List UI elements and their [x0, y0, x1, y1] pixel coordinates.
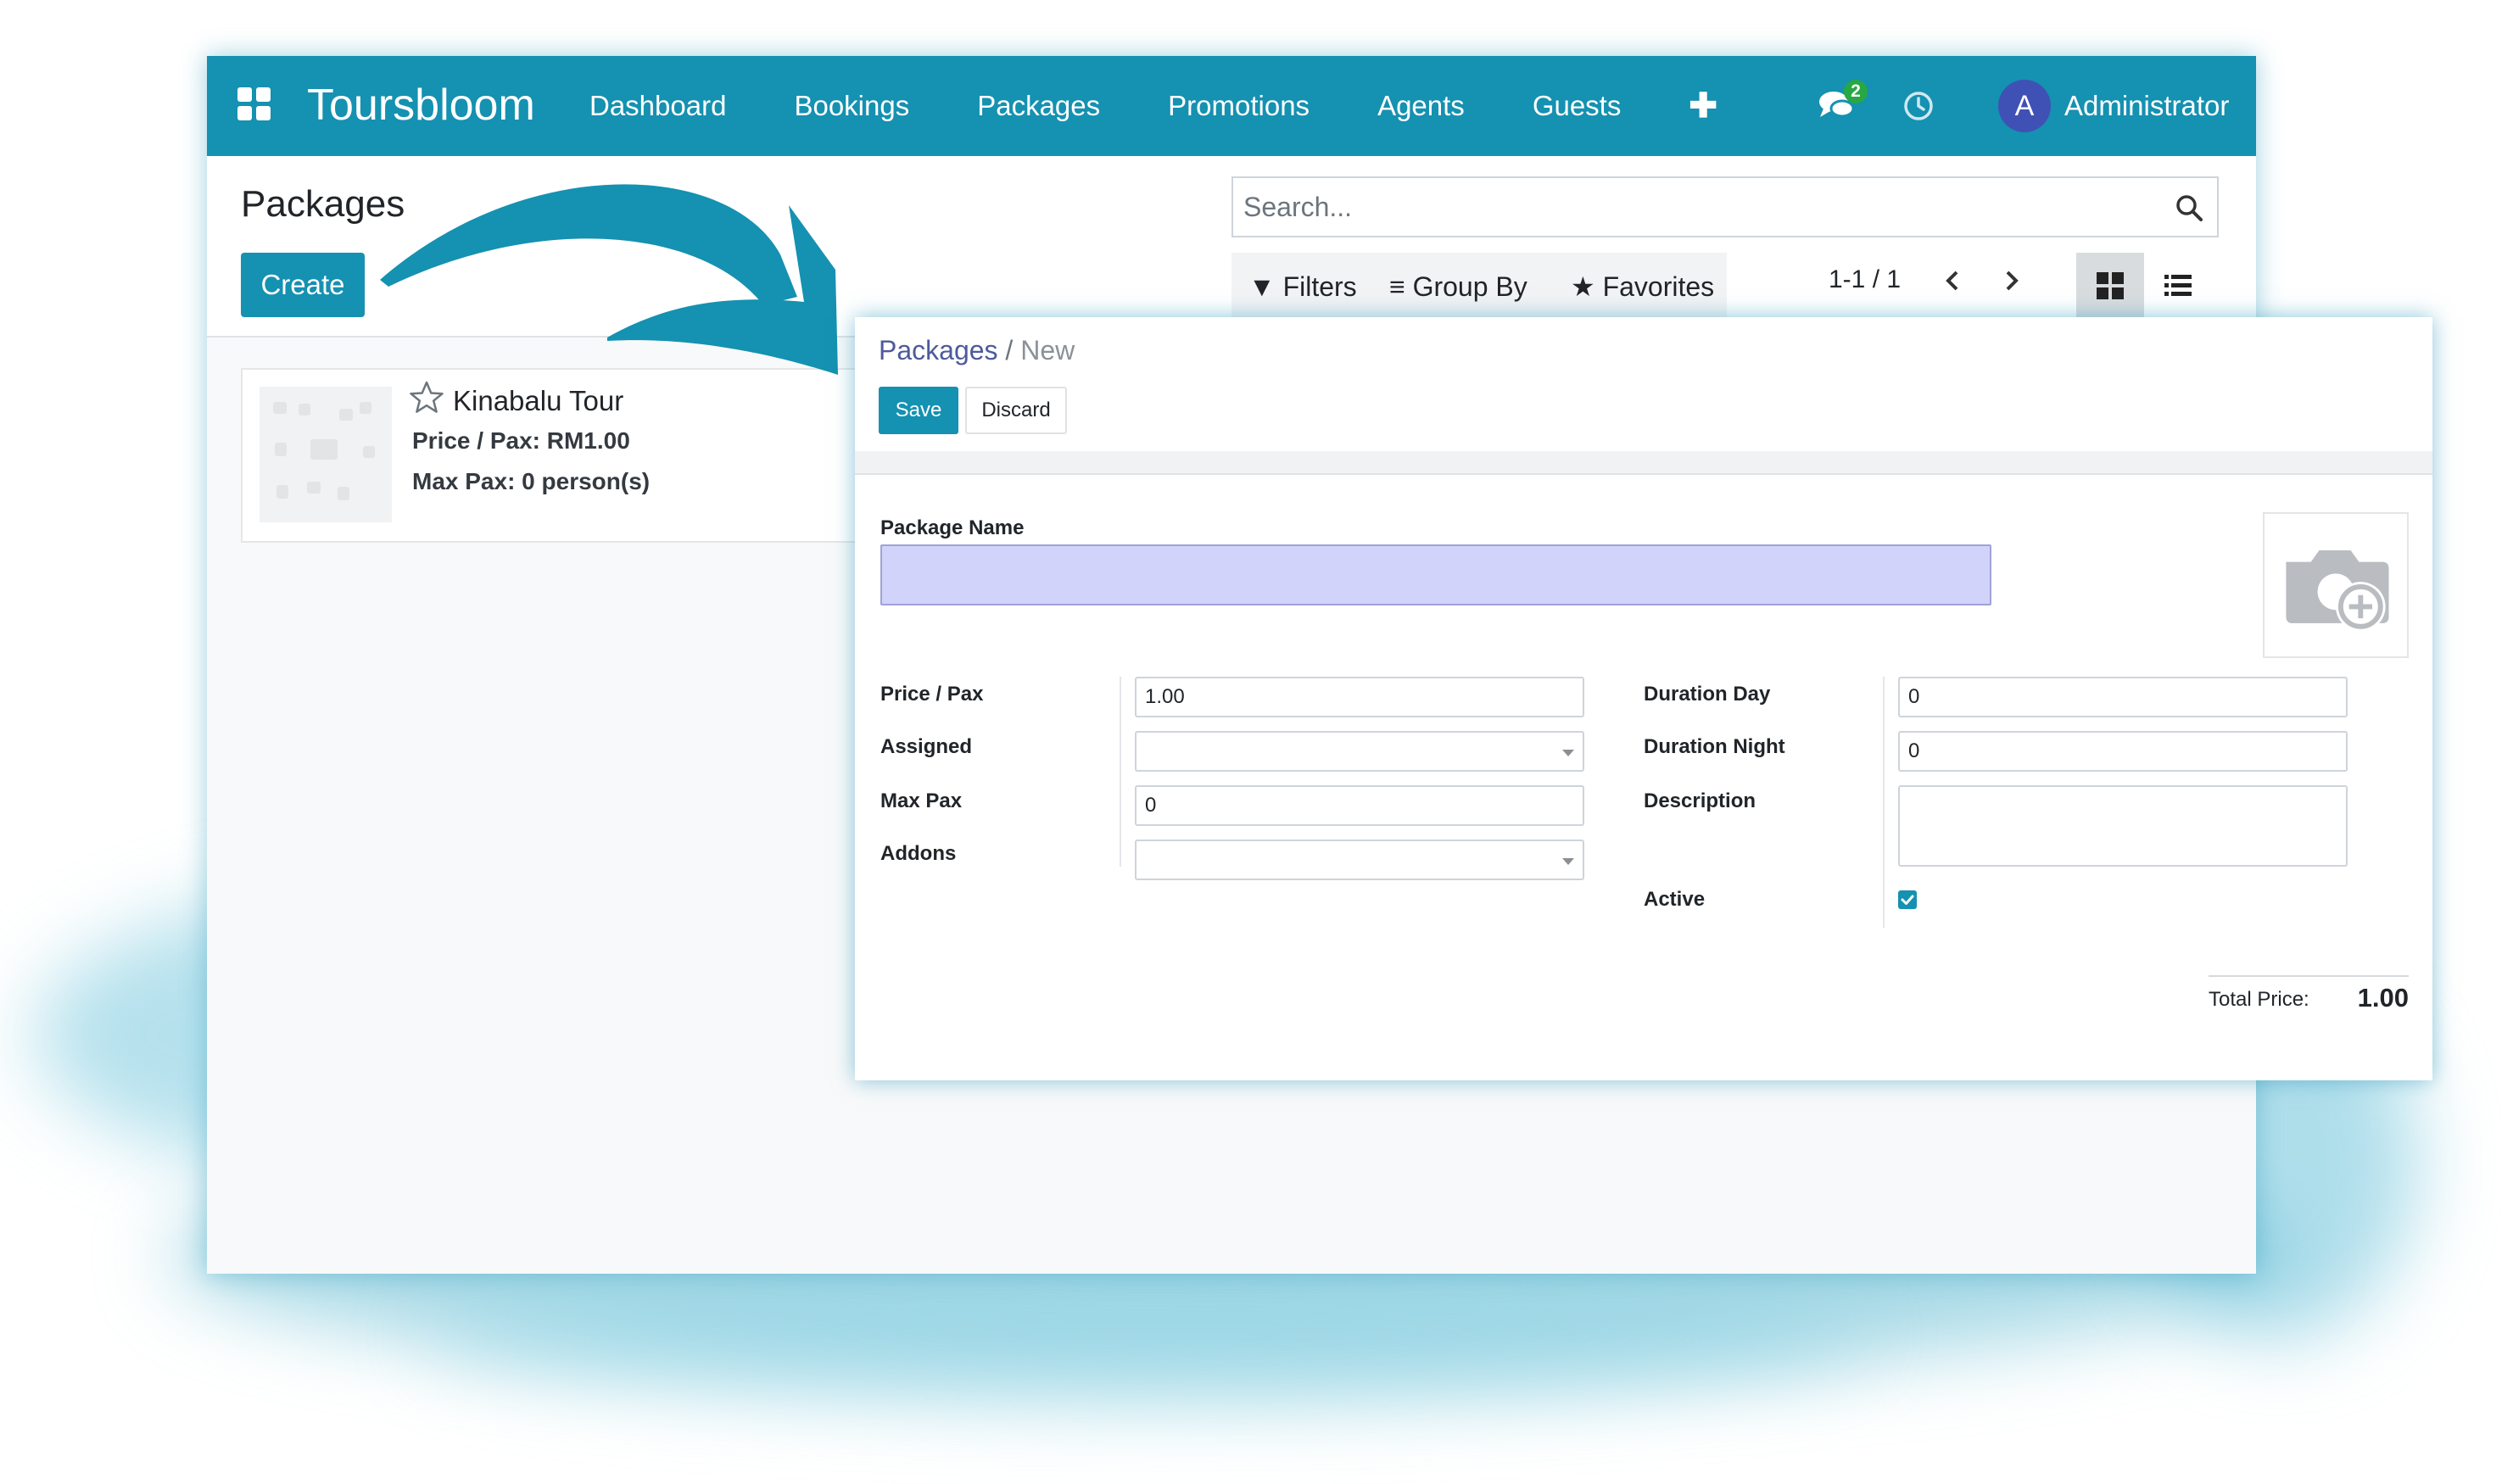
description-label: Description: [1644, 789, 1756, 812]
kanban-view-button[interactable]: [2076, 253, 2144, 319]
breadcrumb-separator: /: [1005, 335, 1014, 365]
column-divider: [1120, 677, 1121, 867]
favorites-button[interactable]: ★ Favorites: [1571, 270, 1714, 304]
max-pax-input[interactable]: 0: [1135, 785, 1584, 826]
list-icon: [2164, 275, 2192, 296]
column-divider: [1883, 677, 1885, 928]
favorites-label: Favorites: [1602, 271, 1715, 302]
search-icon[interactable]: [2175, 193, 2203, 222]
assigned-select[interactable]: [1135, 731, 1584, 772]
apps-grid-icon[interactable]: [237, 87, 271, 121]
total-divider: [2209, 975, 2409, 977]
description-textarea[interactable]: [1898, 785, 2348, 867]
nav-item-guests[interactable]: Guests: [1533, 89, 1622, 123]
active-checkbox[interactable]: [1898, 890, 1917, 909]
price-pax-input[interactable]: 1.00: [1135, 677, 1584, 717]
breadcrumb-parent[interactable]: Packages: [879, 335, 998, 365]
checkmark-icon: [1901, 895, 1914, 905]
breadcrumb-current: New: [1020, 335, 1075, 365]
duration-day-label: Duration Day: [1644, 683, 1771, 706]
max-pax-label: Max Pax: [880, 789, 963, 812]
filters-button[interactable]: ▼ Filters: [1248, 270, 1357, 304]
duration-day-input[interactable]: 0: [1898, 677, 2348, 717]
addons-label: Addons: [880, 842, 957, 865]
kanban-grid-icon: [2097, 272, 2124, 299]
user-avatar[interactable]: A: [1998, 80, 2051, 132]
chevron-left-icon[interactable]: [1941, 268, 1966, 293]
group-by-button[interactable]: ≡ Group By: [1389, 270, 1527, 304]
form-header-separator: [855, 451, 2432, 475]
package-image-placeholder: [260, 387, 392, 522]
star-icon: ★: [1571, 271, 1595, 302]
filter-icon: ▼: [1248, 271, 1276, 302]
nav-item-bookings[interactable]: Bookings: [794, 89, 909, 123]
user-menu[interactable]: Administrator: [2064, 88, 2229, 124]
save-button[interactable]: Save: [879, 387, 958, 434]
nav-item-promotions[interactable]: Promotions: [1168, 89, 1310, 123]
page-title: Packages: [241, 183, 405, 225]
total-price-label: Total Price:: [2209, 988, 2309, 1011]
bars-icon: ≡: [1389, 271, 1405, 302]
addons-select[interactable]: [1135, 840, 1584, 880]
nav-item-agents[interactable]: Agents: [1377, 89, 1465, 123]
package-name-label: Package Name: [880, 516, 1025, 539]
filters-label: Filters: [1282, 271, 1357, 302]
caret-down-icon: [1562, 750, 1574, 756]
price-pax-label: Price / Pax: [880, 683, 984, 706]
total-price-value: 1.00: [2357, 983, 2409, 1013]
duration-night-label: Duration Night: [1644, 735, 1785, 758]
plus-icon[interactable]: ✚: [1689, 89, 1717, 123]
caret-down-icon: [1562, 858, 1574, 865]
star-outline-icon[interactable]: [409, 380, 444, 416]
active-label: Active: [1644, 888, 1706, 911]
card-max-pax: Max Pax: 0 person(s): [412, 468, 651, 494]
discard-button[interactable]: Discard: [965, 387, 1067, 434]
main-nav: Dashboard Bookings Packages Promotions A…: [589, 56, 1785, 156]
breadcrumb: Packages / New: [879, 332, 1075, 368]
duration-night-input[interactable]: 0: [1898, 731, 2348, 772]
list-view-button[interactable]: [2144, 253, 2212, 319]
search-input[interactable]: [1243, 188, 2142, 226]
nav-item-packages[interactable]: Packages: [977, 89, 1100, 123]
package-form-window: Packages / New Save Discard Package Name…: [855, 317, 2432, 1080]
pager-value[interactable]: 1-1 / 1: [1829, 263, 1901, 297]
card-price: Price / Pax: RM1.00: [412, 427, 630, 454]
create-button[interactable]: Create: [241, 253, 365, 317]
search-options-bar: ▼ Filters ≡ Group By ★ Favorites: [1231, 253, 1727, 319]
group-by-label: Group By: [1412, 271, 1527, 302]
assigned-label: Assigned: [880, 735, 973, 758]
top-navbar: Toursbloom Dashboard Bookings Packages P…: [207, 56, 2256, 156]
nav-item-dashboard[interactable]: Dashboard: [589, 89, 726, 123]
clock-icon[interactable]: [1903, 91, 1934, 121]
brand-name[interactable]: Toursbloom: [307, 78, 535, 132]
image-upload[interactable]: [2263, 512, 2409, 658]
package-name-input[interactable]: [880, 544, 1991, 605]
camera-plus-icon: [2286, 550, 2389, 632]
chevron-right-icon[interactable]: [1998, 268, 2024, 293]
chat-count-badge: 2: [1844, 80, 1868, 103]
card-title: Kinabalu Tour: [453, 385, 624, 416]
search-box: [1231, 176, 2219, 237]
